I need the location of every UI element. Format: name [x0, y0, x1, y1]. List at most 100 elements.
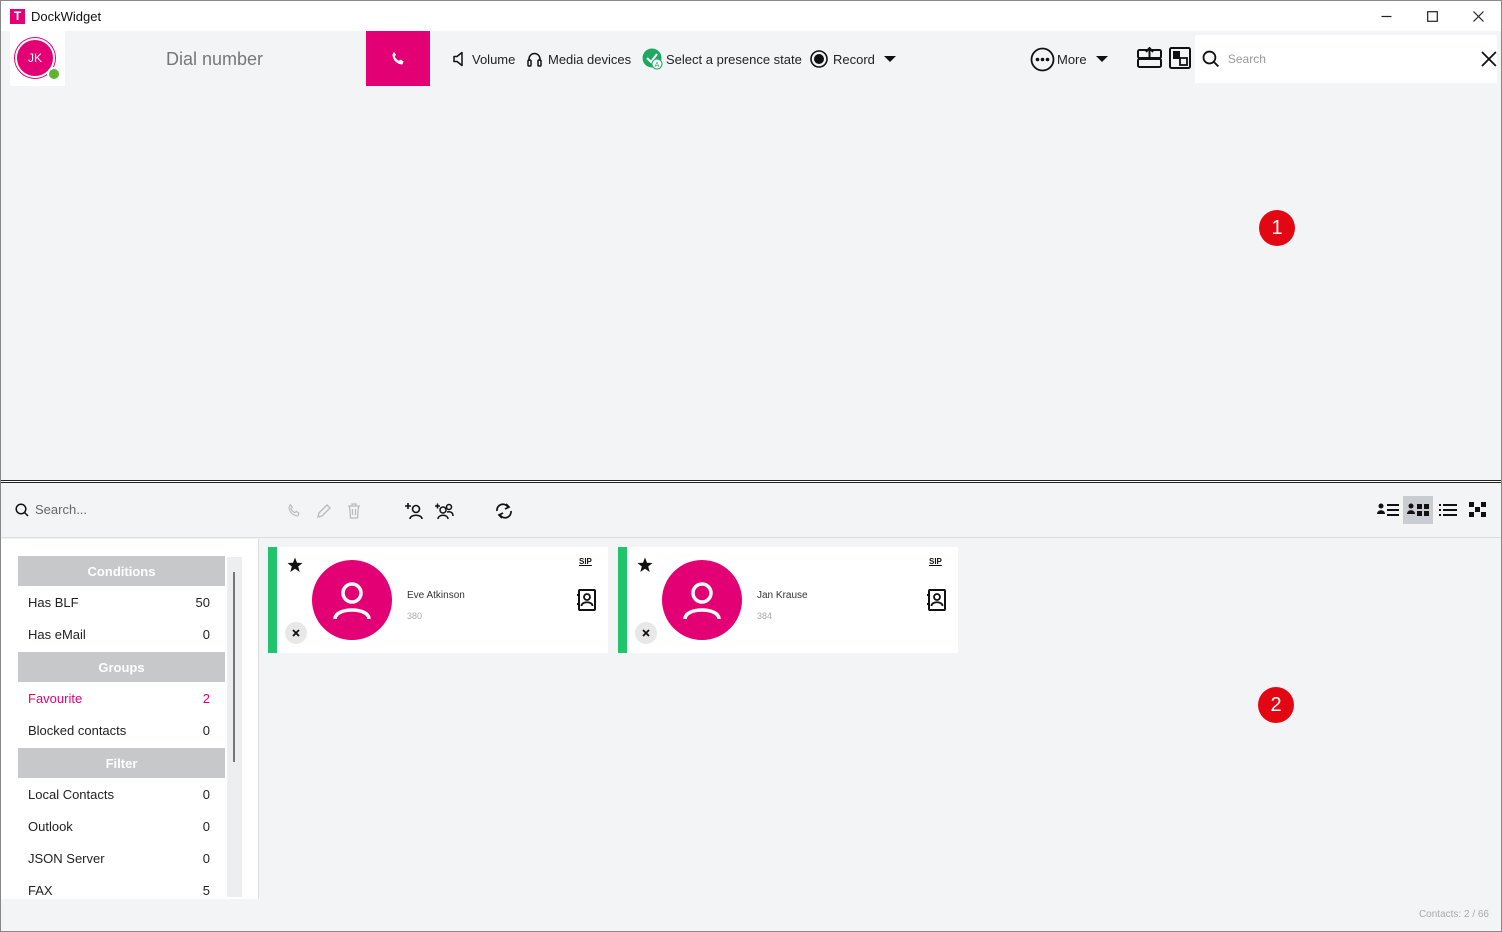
address-book-icon[interactable]: [577, 589, 597, 611]
view-tiles-button[interactable]: [1463, 496, 1493, 524]
sidebar-item-label: Favourite: [28, 690, 83, 706]
sidebar-item-count: 5: [202, 882, 210, 898]
sidebar-item-label: Has eMail: [28, 626, 86, 642]
cards-view-icon: [1407, 503, 1429, 516]
add-group-button[interactable]: [434, 501, 454, 521]
close-icon: [1472, 10, 1484, 22]
search-input[interactable]: [1227, 52, 1457, 66]
record-icon: [810, 50, 828, 68]
scrollbar-thumb[interactable]: [233, 572, 235, 762]
contact-status-bar: [268, 547, 277, 653]
call-contact-button[interactable]: [284, 501, 304, 521]
sidebar-item-count: 2: [202, 690, 210, 706]
view-detail-list-button[interactable]: [1373, 496, 1403, 524]
search-icon: [1202, 50, 1220, 68]
remove-favourite-button[interactable]: [285, 622, 307, 644]
person-icon: [333, 582, 371, 620]
presence-icon: A: [642, 48, 663, 70]
close-icon[interactable]: [1481, 51, 1497, 67]
global-search-box: [1195, 35, 1497, 83]
remove-favourite-button[interactable]: [635, 622, 657, 644]
address-book-icon[interactable]: [927, 589, 947, 611]
contact-avatar: [312, 560, 392, 640]
presence-state-button[interactable]: A Select a presence state: [642, 48, 802, 70]
annotation-marker-2: 2: [1258, 687, 1294, 723]
speaker-icon: [453, 51, 463, 67]
close-window-button[interactable]: [1455, 1, 1501, 31]
window-layout-button[interactable]: [1169, 47, 1191, 74]
contact-name: Jan Krause: [757, 590, 808, 601]
filter-header[interactable]: Filter: [18, 748, 225, 778]
sidebar-item-json-server[interactable]: JSON Server 0: [18, 842, 225, 874]
annotation-marker-1: 1: [1259, 210, 1295, 246]
dial-number-input[interactable]: [166, 47, 356, 71]
sip-badge: SIP: [579, 557, 592, 566]
call-button[interactable]: [366, 31, 430, 86]
more-label: More: [1057, 51, 1087, 67]
add-group-icon: [435, 503, 454, 520]
star-icon[interactable]: [637, 557, 653, 573]
list-icon: [1439, 504, 1457, 516]
phone-icon: [392, 51, 404, 65]
volume-button[interactable]: Volume: [453, 49, 515, 69]
contacts-toolbar: [1, 484, 1501, 538]
window-layout-icon: [1169, 47, 1191, 69]
view-cards-button[interactable]: [1403, 496, 1433, 524]
view-list-button[interactable]: [1433, 496, 1463, 524]
sidebar-item-label: Outlook: [28, 818, 73, 834]
sidebar-item-label: Has BLF: [28, 594, 79, 610]
maximize-button[interactable]: [1409, 1, 1455, 31]
media-devices-label: Media devices: [548, 51, 632, 67]
close-icon: [642, 629, 650, 637]
user-avatar-box[interactable]: JK: [10, 31, 65, 86]
contact-status-bar: [618, 547, 627, 653]
panel-splitter[interactable]: [1, 480, 1501, 483]
trash-icon: [348, 503, 360, 519]
contact-card[interactable]: Jan Krause 384 SIP: [618, 547, 958, 653]
contact-card[interactable]: Eve Atkinson 380 SIP: [268, 547, 608, 653]
delete-contact-button[interactable]: [344, 501, 364, 521]
contacts-search-input[interactable]: [35, 502, 235, 517]
sidebar-item-has-email[interactable]: Has eMail 0: [18, 618, 225, 650]
sidebar-item-favourite[interactable]: Favourite 2: [18, 682, 225, 714]
add-person-icon: [405, 503, 423, 520]
chevron-down-icon: [1095, 56, 1108, 62]
sidebar-item-label: FAX: [28, 882, 53, 898]
more-button[interactable]: More: [1030, 47, 1114, 71]
sync-button[interactable]: [494, 501, 514, 521]
layout-switch-button[interactable]: [1137, 46, 1162, 74]
conditions-header[interactable]: Conditions: [18, 556, 225, 586]
record-button[interactable]: Record: [810, 49, 902, 69]
sidebar-item-count: 50: [195, 594, 210, 610]
sidebar-item-has-blf[interactable]: Has BLF 50: [18, 586, 225, 618]
more-icon: [1030, 47, 1055, 71]
contact-avatar: [662, 560, 742, 640]
window-controls: [1363, 1, 1501, 31]
groups-header[interactable]: Groups: [18, 652, 225, 682]
tiles-icon: [1469, 502, 1486, 517]
minimize-button[interactable]: [1363, 1, 1409, 31]
sip-badge: SIP: [929, 557, 942, 566]
sidebar-item-count: 0: [202, 722, 210, 738]
star-icon[interactable]: [287, 557, 303, 573]
sidebar-item-label: Blocked contacts: [28, 722, 127, 738]
chevron-down-icon[interactable]: [883, 55, 897, 63]
add-contact-button[interactable]: [404, 501, 424, 521]
sidebar-scrollbar[interactable]: [227, 557, 242, 897]
contact-number: 384: [757, 611, 773, 621]
sync-icon: [496, 503, 512, 519]
sidebar-item-outlook[interactable]: Outlook 0: [18, 810, 225, 842]
edit-contact-button[interactable]: [314, 501, 334, 521]
contact-number: 380: [407, 611, 423, 621]
app-window: T DockWidget JK Dial number Volume Media…: [0, 0, 1502, 932]
search-icon: [15, 502, 29, 517]
sidebar-item-local-contacts[interactable]: Local Contacts 0: [18, 778, 225, 810]
sidebar-item-blocked-contacts[interactable]: Blocked contacts 0: [18, 714, 225, 746]
close-icon: [292, 629, 300, 637]
sidebar-item-fax[interactable]: FAX 5: [18, 874, 225, 899]
media-devices-button[interactable]: Media devices: [526, 49, 631, 69]
record-label: Record: [833, 51, 875, 67]
dock-layout-icon: [1137, 46, 1162, 68]
contacts-sidebar: Conditions Has BLF 50 Has eMail 0 Groups…: [1, 539, 259, 899]
pencil-icon: [317, 504, 331, 518]
